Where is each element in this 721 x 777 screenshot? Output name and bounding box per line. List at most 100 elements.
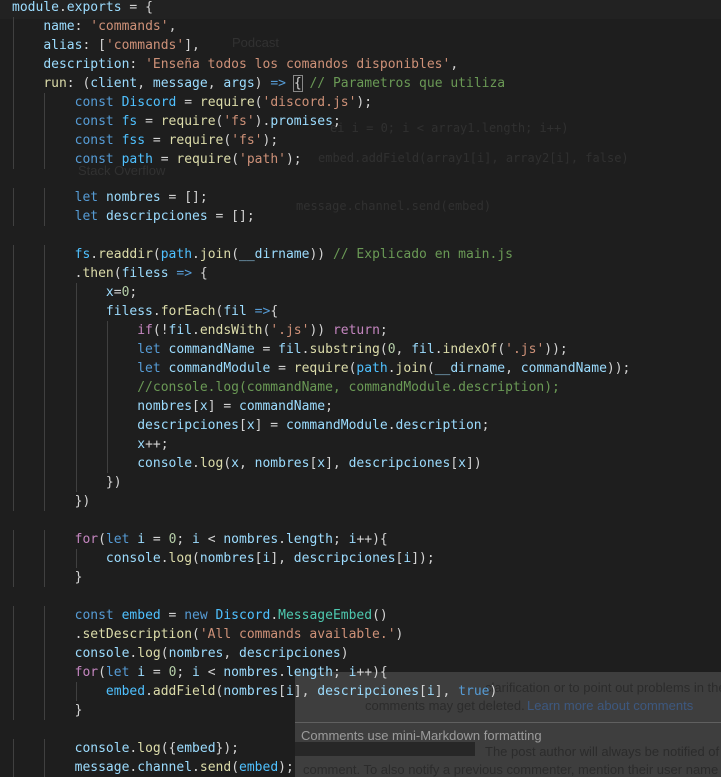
code-line-1[interactable]: module.exports = {	[12, 0, 153, 17]
code-line-4[interactable]: description: 'Enseña todos los comandos …	[12, 55, 458, 74]
code-token: .	[192, 760, 200, 775]
code-token: descripciones	[293, 551, 396, 566]
code-line-3[interactable]: alias: ['commands'],	[12, 36, 200, 55]
code-line-18[interactable]: if(!fil.endsWith('.js')) return;	[12, 321, 388, 340]
code-token: indexOf	[442, 342, 498, 357]
code-token: .	[145, 684, 153, 699]
code-token: x	[199, 399, 208, 414]
code-token: channel	[137, 760, 193, 775]
code-token: ,	[168, 19, 177, 34]
code-token: )	[254, 76, 271, 91]
code-line-24[interactable]: x++;	[12, 435, 168, 454]
code-token: ));	[606, 361, 631, 376]
code-token: substring	[309, 342, 380, 357]
code-line-14[interactable]: fs.readdir(path.join(__dirname)) // Expl…	[12, 245, 513, 264]
code-token: });	[215, 741, 240, 756]
code-token: const	[74, 608, 114, 623]
code-token: )	[489, 684, 498, 699]
code-line-6[interactable]: const Discord = require('discord.js');	[12, 93, 372, 112]
code-token: descripciones	[348, 456, 451, 471]
code-line-9[interactable]: const path = require('path');	[12, 150, 302, 169]
code-line-2[interactable]: name: 'commands',	[12, 17, 176, 36]
code-line-11[interactable]: let nombres = [];	[12, 188, 208, 207]
code-line-22[interactable]: nombres[x] = commandName;	[12, 397, 333, 416]
code-line-19[interactable]: let commandName = fil.substring(0, fil.i…	[12, 340, 568, 359]
code-token: 'Enseña todos los comandos disponibles'	[145, 57, 451, 72]
code-token: =	[270, 361, 294, 376]
code-token: 'fs'	[223, 114, 255, 129]
code-token: path	[160, 247, 193, 262]
code-token: [	[278, 684, 286, 699]
code-token: {	[292, 75, 303, 92]
code-token: ],	[293, 684, 318, 699]
code-line-7[interactable]: const fs = require('fs').promises;	[12, 112, 341, 131]
code-token: .	[192, 456, 200, 471]
code-token: }	[12, 703, 83, 718]
code-token: addField	[152, 684, 216, 699]
code-token: =	[160, 608, 185, 623]
code-line-25[interactable]: console.log(x, nombres[x], descripciones…	[12, 454, 481, 473]
code-token: (	[254, 95, 263, 110]
code-token: length	[285, 665, 333, 680]
code-line-5[interactable]: run: (client, message, args) => { // Par…	[12, 74, 505, 93]
code-line-27[interactable]: })	[12, 492, 91, 511]
code-token: console	[74, 741, 130, 756]
code-token: exports	[66, 0, 122, 15]
code-token: path	[121, 152, 153, 167]
code-line-17[interactable]: filess.forEach(fil =>{	[12, 302, 278, 321]
code-line-33[interactable]: const embed = new Discord.MessageEmbed()	[12, 606, 388, 625]
code-token: (!	[152, 323, 169, 338]
code-token: [	[419, 684, 427, 699]
code-token: ).	[254, 114, 271, 129]
code-line-37[interactable]: embed.addField(nombres[i], descripciones…	[12, 682, 497, 701]
code-line-40[interactable]: console.log({embed});	[12, 739, 239, 758]
code-token: x	[137, 437, 146, 452]
code-editor[interactable]: module.exports = { name: 'commands', ali…	[0, 0, 721, 777]
code-token: nombres	[137, 399, 193, 414]
code-line-30[interactable]: console.log(nombres[i], descripciones[i]…	[12, 549, 435, 568]
code-line-20[interactable]: let commandModule = require(path.join(__…	[12, 359, 630, 378]
code-token: fil	[411, 342, 435, 357]
code-line-16[interactable]: x=0;	[12, 283, 137, 302]
code-line-31[interactable]: }	[12, 568, 83, 587]
code-token: );	[285, 152, 302, 167]
code-token: ,	[505, 361, 521, 376]
code-token: );	[278, 760, 294, 775]
code-token: ))	[309, 247, 326, 262]
code-token: ],	[434, 684, 459, 699]
code-token: MessageEmbed	[278, 608, 373, 623]
code-line-8[interactable]: const fss = require('fs');	[12, 131, 279, 150]
code-token: =	[145, 133, 169, 148]
code-token: embed	[105, 684, 146, 699]
code-line-23[interactable]: descripciones[x] = commandModule.descrip…	[12, 416, 489, 435]
code-line-34[interactable]: .setDescription('All commands available.…	[12, 625, 404, 644]
code-token: })	[12, 494, 91, 509]
code-token: <	[199, 532, 224, 547]
code-token: (	[223, 456, 232, 471]
code-line-12[interactable]: let descripciones = [];	[12, 207, 255, 226]
code-line-41[interactable]: message.channel.send(embed);	[12, 758, 294, 777]
code-line-35[interactable]: console.log(nombres, descripciones)	[12, 644, 349, 663]
code-token: join	[199, 247, 232, 262]
code-line-21[interactable]: //console.log(commandName, commandModule…	[12, 378, 560, 397]
code-token: join	[395, 361, 427, 376]
code-token: )	[395, 627, 404, 642]
code-line-15[interactable]: .then(filess => {	[12, 264, 208, 283]
code-line-38[interactable]: }	[12, 701, 83, 720]
code-line-36[interactable]: for(let i = 0; i < nombres.length; i++){	[12, 663, 388, 682]
code-token: {	[270, 304, 279, 319]
code-line-26[interactable]: })	[12, 473, 122, 492]
code-token: 'commands'	[105, 38, 185, 53]
code-token: .	[387, 418, 396, 433]
code-token: ;	[325, 399, 333, 414]
code-token: );	[262, 133, 279, 148]
code-line-29[interactable]: for(let i = 0; i < nombres.length; i++){	[12, 530, 388, 549]
code-token: message	[74, 760, 130, 775]
code-token: commandName	[520, 361, 607, 376]
